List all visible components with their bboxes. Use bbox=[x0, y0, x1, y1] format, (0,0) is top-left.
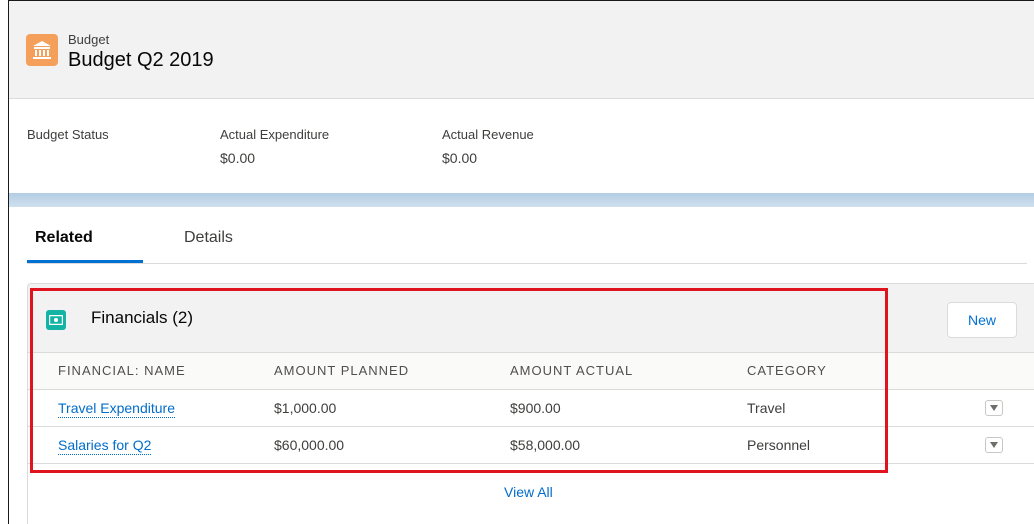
tab-details[interactable]: Details bbox=[184, 229, 233, 247]
highlight-label: Budget Status bbox=[27, 127, 109, 142]
highlight-label: Actual Expenditure bbox=[220, 127, 330, 142]
active-tab-indicator bbox=[27, 260, 143, 263]
highlight-actual-revenue: Actual Revenue $0.00 bbox=[442, 127, 534, 166]
highlight-value: $0.00 bbox=[442, 150, 478, 166]
highlight-value: $0.00 bbox=[220, 150, 256, 166]
new-button[interactable]: New bbox=[947, 302, 1017, 338]
tab-related[interactable]: Related bbox=[35, 229, 93, 247]
tab-bar: Related Details bbox=[27, 207, 1027, 264]
row-actions-dropdown[interactable] bbox=[985, 400, 1003, 416]
row-actions-dropdown[interactable] bbox=[985, 437, 1003, 453]
highlight-budget-status: Budget Status bbox=[27, 127, 109, 150]
highlight-annotation-box bbox=[30, 288, 888, 473]
view-all-link[interactable]: View All bbox=[504, 484, 553, 500]
record-header: Budget Budget Q2 2019 bbox=[9, 1, 1034, 99]
chevron-down-icon bbox=[990, 442, 998, 448]
chevron-down-icon bbox=[990, 405, 998, 411]
record-title: Budget Q2 2019 bbox=[68, 49, 214, 71]
highlight-label: Actual Revenue bbox=[442, 127, 534, 142]
highlights-panel: Budget Status Actual Expenditure $0.00 A… bbox=[9, 99, 1034, 193]
highlight-actual-expenditure: Actual Expenditure $0.00 bbox=[220, 127, 329, 166]
bank-icon bbox=[26, 34, 58, 66]
object-type-label: Budget bbox=[68, 32, 110, 47]
decorative-banner bbox=[9, 193, 1034, 207]
